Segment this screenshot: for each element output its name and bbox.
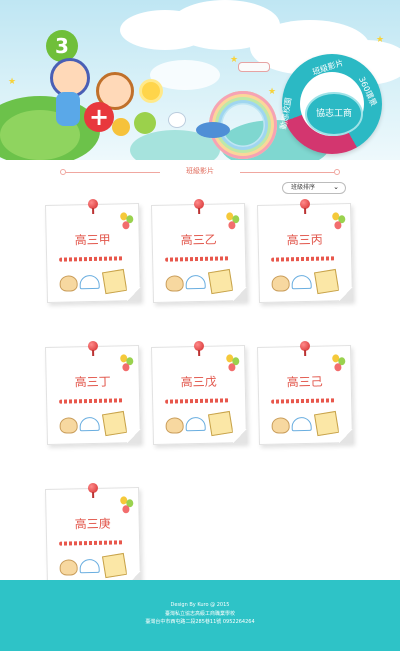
squiggle-line: [165, 398, 230, 404]
number-balloon: 3: [46, 30, 78, 62]
toolbox-icon: [313, 268, 340, 295]
bunny-icon: [168, 112, 186, 128]
star-icon: ★: [376, 35, 385, 45]
whale-icon: [196, 122, 230, 138]
squiggle-line: [271, 398, 336, 404]
pushpin-icon: [87, 482, 99, 494]
rainbow: [200, 82, 286, 160]
section-title: 班級影片: [186, 167, 214, 175]
class-card-5[interactable]: 高三戊: [150, 340, 252, 446]
ball-icon: [112, 118, 130, 136]
pushpin-icon: [299, 198, 311, 210]
class-card-4[interactable]: 高三丁: [44, 340, 146, 446]
plus-ball-icon: +: [84, 102, 114, 132]
cap-icon: [79, 416, 100, 432]
cloud: [150, 60, 220, 90]
star-icon: ★: [8, 77, 17, 87]
toolbox-icon: [207, 268, 234, 295]
pushpin-icon: [193, 340, 205, 352]
bread-icon: [165, 417, 184, 434]
class-name: 高三乙: [180, 232, 217, 248]
header-banner: ★ ★ ★ ★ 3 + 協志工商 班級影片 360環景 動態校園: [0, 0, 400, 160]
plane-icon: [238, 62, 270, 72]
pushpin-icon: [87, 198, 99, 210]
cap-icon: [185, 274, 206, 290]
title-dot-right: [334, 169, 340, 175]
nav-center-school[interactable]: 協志工商: [305, 92, 363, 136]
cap-icon: [79, 274, 100, 290]
pushpin-icon: [299, 340, 311, 352]
title-line-right: [240, 172, 334, 173]
squiggle-line: [165, 256, 230, 262]
pushpin-icon: [193, 198, 205, 210]
class-name: 高三己: [286, 374, 323, 390]
class-name: 高三戊: [180, 374, 217, 390]
note-paper: 高三己: [256, 340, 354, 445]
class-name: 高三甲: [74, 232, 111, 248]
class-card-7[interactable]: 高三庚: [44, 482, 146, 588]
bread-icon: [59, 275, 78, 292]
class-sort-select[interactable]: 班級排序 ⌄: [282, 182, 346, 194]
note-paper: 高三丁: [44, 340, 142, 445]
note-paper: 高三乙: [150, 198, 248, 303]
class-sort-value: 班級排序: [291, 184, 316, 191]
pushpin-icon: [87, 340, 99, 352]
cap-icon: [185, 416, 206, 432]
toolbox-icon: [101, 410, 128, 437]
squiggle-line: [59, 398, 124, 404]
squiggle-line: [59, 256, 124, 262]
title-line-left: [66, 172, 160, 173]
note-paper: 高三甲: [44, 198, 142, 303]
class-card-2[interactable]: 高三乙: [150, 198, 252, 304]
cap-icon: [79, 558, 100, 574]
toolbox-icon: [207, 410, 234, 437]
bread-icon: [165, 275, 184, 292]
footer: Design By Kuro @ 2015 臺灣私立協志高級工商職業學校 臺灣台…: [0, 580, 400, 651]
squiggle-line: [59, 540, 124, 546]
apple-icon: [134, 112, 156, 134]
class-name: 高三丁: [74, 374, 111, 390]
note-paper: 高三戊: [150, 340, 248, 445]
sun-icon: [142, 82, 160, 100]
footer-address: 臺灣台中市西屯路二段285巷11號 0952264264: [145, 619, 255, 625]
chevron-down-icon: ⌄: [333, 183, 339, 191]
toolbox-icon: [313, 410, 340, 437]
footer-credit: Design By Kuro @ 2015: [170, 602, 230, 608]
class-card-1[interactable]: 高三甲: [44, 198, 146, 304]
footer-school-name: 臺灣私立協志高級工商職業學校: [164, 611, 235, 617]
class-card-6[interactable]: 高三己: [256, 340, 358, 446]
class-name: 高三丙: [286, 232, 323, 248]
toolbox-icon: [101, 268, 128, 295]
bread-icon: [59, 417, 78, 434]
note-paper: 高三庚: [44, 482, 142, 587]
bread-icon: [271, 275, 290, 292]
cap-icon: [291, 274, 312, 290]
note-paper: 高三丙: [256, 198, 354, 303]
bread-icon: [271, 417, 290, 434]
squiggle-line: [271, 256, 336, 262]
boy-body: [56, 92, 80, 126]
star-icon: ★: [230, 55, 239, 65]
class-name: 高三庚: [74, 516, 111, 532]
class-card-3[interactable]: 高三丙: [256, 198, 358, 304]
cap-icon: [291, 416, 312, 432]
bread-icon: [59, 559, 78, 576]
toolbox-icon: [101, 552, 128, 579]
